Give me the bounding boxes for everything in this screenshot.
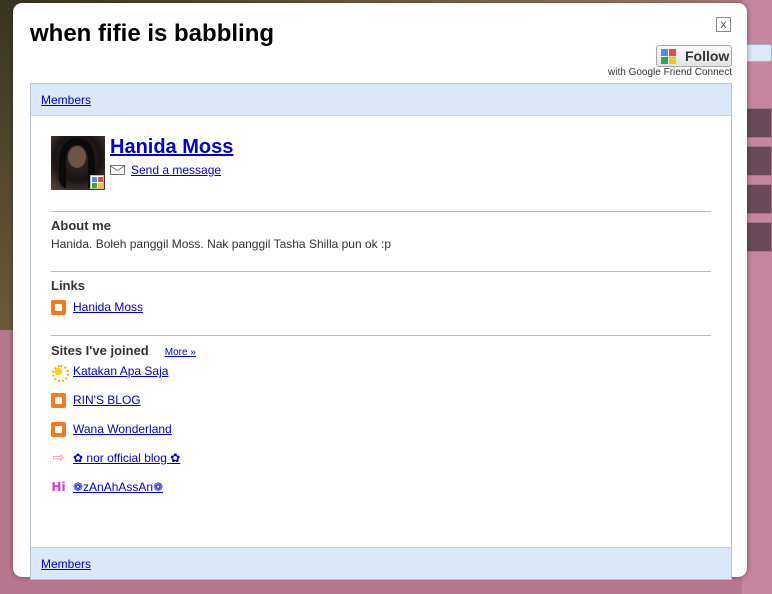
background-member-thumb <box>746 222 772 252</box>
send-message-row: Send a message <box>110 163 221 177</box>
members-bar-top: Members <box>31 84 731 116</box>
follow-button[interactable]: Follow <box>656 45 732 67</box>
site-item: Wana Wonderland <box>51 421 172 437</box>
background-member-thumb <box>746 108 772 138</box>
site-item-label[interactable]: Katakan Apa Saja <box>73 364 168 378</box>
site-item-label[interactable]: ❁zAnAhAssAn❁ <box>73 480 163 494</box>
envelope-icon <box>110 165 125 175</box>
blogger-icon <box>51 299 66 315</box>
members-link[interactable]: Members <box>41 93 91 107</box>
background-member-thumb <box>746 146 772 176</box>
sites-title-label: Sites I've joined <box>51 343 149 358</box>
dialog-title: when fifie is babbling <box>30 20 275 47</box>
site-item: ⇨ ✿ nor official blog ✿ <box>51 449 181 466</box>
links-title: Links <box>51 278 85 293</box>
member-profile-panel: Members Hanida Moss Send a message About… <box>30 83 732 580</box>
gfc-caption: with Google Friend Connect <box>608 67 732 78</box>
site-item: RIN'S BLOG <box>51 392 141 408</box>
link-item-label[interactable]: Hanida Moss <box>73 300 143 314</box>
blogger-icon <box>51 421 66 437</box>
follow-label: Follow <box>685 48 730 64</box>
site-item-label[interactable]: Wana Wonderland <box>73 422 172 436</box>
more-link[interactable]: More » <box>165 347 196 358</box>
close-button[interactable]: x <box>716 17 731 32</box>
site-item: Hi ❁zAnAhAssAn❁ <box>51 479 163 495</box>
site-item: Katakan Apa Saja <box>51 363 168 382</box>
site-item-label[interactable]: ✿ nor official blog ✿ <box>73 451 180 465</box>
site-item-label[interactable]: RIN'S BLOG <box>73 393 141 407</box>
sites-title: Sites I've joined More » <box>51 343 196 358</box>
send-message-link[interactable]: Send a message <box>131 163 221 177</box>
divider <box>51 271 711 272</box>
arrow-icon: ⇨ <box>52 449 65 466</box>
hi-icon: Hi <box>51 479 66 494</box>
members-link[interactable]: Members <box>41 557 91 571</box>
google-badge-icon <box>90 175 104 189</box>
link-item: Hanida Moss <box>51 299 143 315</box>
divider <box>51 335 711 336</box>
about-title: About me <box>51 218 111 233</box>
blogger-icon <box>51 392 66 408</box>
about-text: Hanida. Boleh panggil Moss. Nak panggil … <box>51 237 391 251</box>
divider <box>51 211 711 212</box>
google-friend-connect-icon <box>661 48 676 64</box>
members-dialog: when fifie is babbling x Follow with Goo… <box>13 3 747 580</box>
members-bar-bottom: Members <box>31 547 731 579</box>
sun-icon <box>51 363 69 382</box>
profile-name-link[interactable]: Hanida Moss <box>110 136 233 159</box>
background-member-thumb <box>746 184 772 214</box>
